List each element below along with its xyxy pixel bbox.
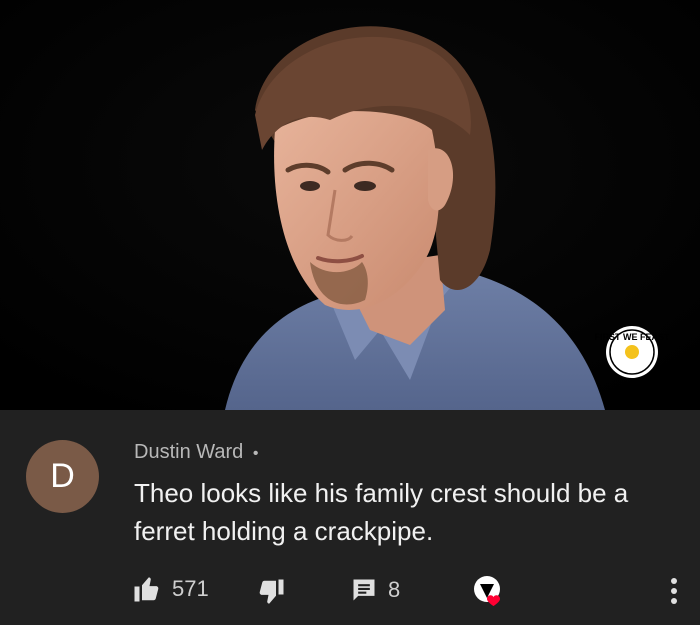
video-thumbnail: FIRST WE FEAST xyxy=(0,0,700,410)
thumbs-down-icon xyxy=(256,577,286,607)
avatar[interactable]: D xyxy=(26,440,99,513)
more-options-button[interactable] xyxy=(668,576,680,606)
more-vertical-icon xyxy=(668,576,680,606)
creator-heart[interactable] xyxy=(470,572,510,612)
like-button[interactable]: 571 xyxy=(132,574,209,604)
dislike-button[interactable] xyxy=(256,577,286,607)
reply-count: 8 xyxy=(388,577,401,602)
comment-text: Theo looks like his family crest should … xyxy=(134,478,629,546)
comment-icon xyxy=(350,576,378,604)
video-frame[interactable]: FIRST WE FEAST xyxy=(0,0,700,410)
svg-text:FIRST WE FEAST: FIRST WE FEAST xyxy=(595,332,670,342)
comment-author-line: Dustin Ward • xyxy=(134,441,258,464)
author-separator: • xyxy=(252,445,259,462)
comment-author[interactable]: Dustin Ward xyxy=(134,441,243,463)
like-count: 571 xyxy=(172,576,209,601)
thumbs-up-icon xyxy=(132,574,162,604)
replies-button[interactable]: 8 xyxy=(350,576,400,604)
avatar-letter: D xyxy=(50,457,75,495)
creator-heart-icon xyxy=(470,572,510,612)
comment-actions: 571 8 xyxy=(0,568,700,618)
